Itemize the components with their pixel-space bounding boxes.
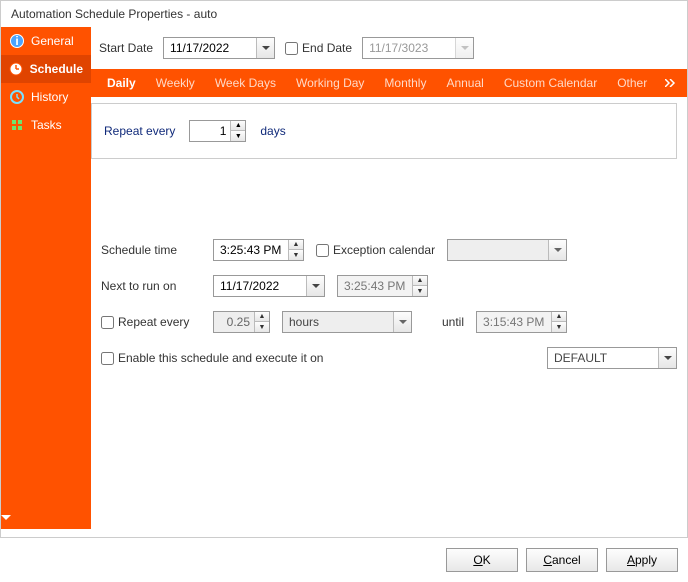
exception-calendar-label: Exception calendar [333,243,435,257]
execute-target-value: DEFAULT [548,349,658,367]
exception-calendar-value [448,248,548,252]
spin-up-icon: ▲ [413,276,427,286]
sidebar-expand-caret[interactable] [1,507,91,529]
sidebar-item-label: Schedule [30,62,83,76]
until-time-field [477,312,551,332]
next-run-time-field [338,276,412,296]
end-date-checkbox[interactable]: End Date [285,41,352,55]
execute-target-combo[interactable]: DEFAULT [547,347,677,369]
tab-week-days[interactable]: Week Days [205,69,286,97]
sidebar: i General Schedule History Tas [1,27,91,529]
dropdown-icon[interactable] [306,276,324,296]
start-date-field[interactable] [164,39,256,57]
cancel-button-rest: ancel [552,553,581,567]
repeat-interval-checkbox[interactable]: Repeat every [101,315,201,329]
dropdown-icon [393,312,411,332]
ok-button[interactable]: OK [446,548,518,572]
info-icon: i [9,33,25,49]
spin-up-icon: ▲ [552,312,566,322]
chevron-down-icon [1,515,11,521]
sidebar-item-history[interactable]: History [1,83,91,111]
tab-weekly[interactable]: Weekly [146,69,205,97]
spin-up-icon[interactable]: ▲ [231,121,245,131]
daily-panel: Repeat every ▲▼ days [91,103,677,159]
start-date-input[interactable] [163,37,275,59]
repeat-interval-checkbox-input[interactable] [101,316,114,329]
repeat-every-value[interactable] [190,121,230,141]
ok-button-rest: K [483,553,491,567]
spin-down-icon[interactable]: ▼ [231,131,245,141]
repeat-interval-value [214,312,254,332]
svg-text:i: i [15,34,18,48]
dialog-footer: OK Cancel Apply [0,537,688,582]
until-time-input: ▲▼ [476,311,567,333]
cancel-button[interactable]: Cancel [526,548,598,572]
repeat-interval-unit-combo: hours [282,311,412,333]
schedule-time-field[interactable] [214,240,288,260]
sidebar-item-schedule[interactable]: Schedule [1,55,91,83]
schedule-time-input[interactable]: ▲▼ [213,239,304,261]
next-run-date-input[interactable] [213,275,325,297]
sidebar-item-label: General [31,34,74,48]
enable-schedule-checkbox-input[interactable] [101,352,114,365]
next-run-date-field[interactable] [214,277,306,295]
schedule-tabs: Daily Weekly Week Days Working Day Month… [91,69,687,97]
sidebar-item-general[interactable]: i General [1,27,91,55]
history-icon [9,89,25,105]
next-run-label: Next to run on [101,279,201,293]
window-title: Automation Schedule Properties - auto [1,1,687,27]
enable-schedule-checkbox[interactable]: Enable this schedule and execute it on [101,351,323,365]
sidebar-item-tasks[interactable]: Tasks [1,111,91,139]
repeat-every-unit: days [260,124,285,138]
exception-calendar-combo[interactable] [447,239,567,261]
dropdown-icon[interactable] [256,38,274,58]
dialog-root: Automation Schedule Properties - auto i … [0,0,688,582]
chevrons-right-icon [665,79,677,87]
end-date-checkbox-input[interactable] [285,42,298,55]
end-date-input [362,37,474,59]
tasks-icon [9,117,25,133]
until-label: until [442,315,464,329]
schedule-time-label: Schedule time [101,243,201,257]
tab-daily[interactable]: Daily [97,69,146,97]
dropdown-icon[interactable] [658,348,676,368]
next-run-time-input: ▲▼ [337,275,428,297]
tab-monthly[interactable]: Monthly [374,69,436,97]
tab-working-day[interactable]: Working Day [286,69,374,97]
exception-calendar-checkbox[interactable]: Exception calendar [316,243,435,257]
exception-calendar-checkbox-input[interactable] [316,244,329,257]
apply-button[interactable]: Apply [606,548,678,572]
main-panel: Start Date End Date Daily Weekly Week Da… [91,27,687,529]
end-date-checkbox-label: End Date [302,41,352,55]
end-date-field [363,39,455,57]
repeat-interval-spinner: ▲▼ [213,311,270,333]
spin-down-icon: ▼ [255,322,269,332]
repeat-interval-unit: hours [283,313,393,331]
spin-down-icon: ▼ [552,322,566,332]
spin-up-icon: ▲ [255,312,269,322]
dropdown-icon[interactable] [548,240,566,260]
spin-down-icon[interactable]: ▼ [289,250,303,260]
start-date-label: Start Date [99,41,153,55]
enable-schedule-label: Enable this schedule and execute it on [118,351,323,365]
tab-annual[interactable]: Annual [436,69,493,97]
repeat-interval-label: Repeat every [118,315,189,329]
repeat-every-label: Repeat every [104,124,175,138]
clock-icon [9,61,24,77]
repeat-every-spinner[interactable]: ▲▼ [189,120,246,142]
apply-button-rest: pply [635,553,657,567]
sidebar-item-label: History [31,90,68,104]
sidebar-item-label: Tasks [31,118,62,132]
tabs-scroll-right[interactable] [661,79,681,87]
tab-other[interactable]: Other [607,69,657,97]
dropdown-icon [455,38,473,58]
tab-custom-calendar[interactable]: Custom Calendar [494,69,607,97]
spin-down-icon: ▼ [413,286,427,296]
spin-up-icon[interactable]: ▲ [289,240,303,250]
